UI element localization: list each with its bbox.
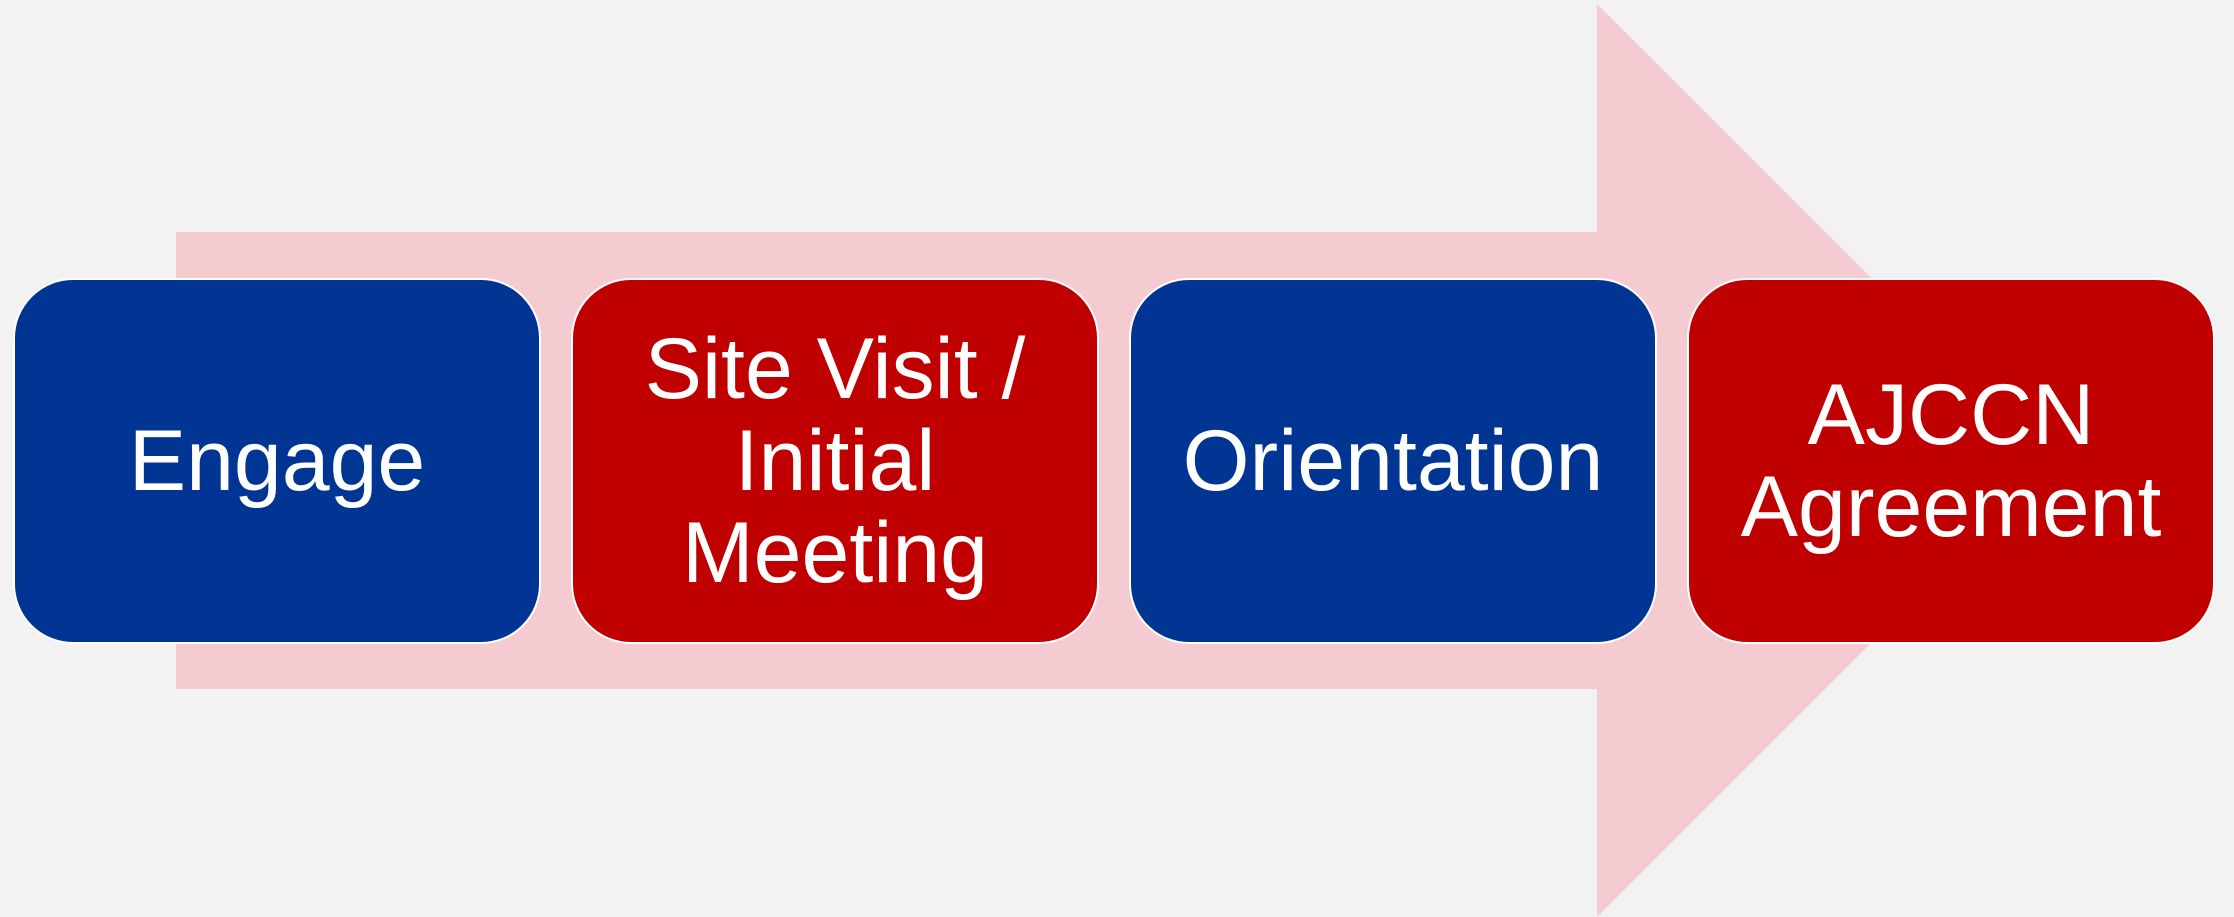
step-orientation: Orientation [1129, 278, 1657, 644]
step-ajccn-agreement: AJCCN Agreement [1687, 278, 2215, 644]
step-site-visit: Site Visit / Initial Meeting [571, 278, 1099, 644]
step-engage-label: Engage [128, 413, 426, 509]
step-site-visit-label: Site Visit / Initial Meeting [644, 321, 1026, 601]
step-orientation-label: Orientation [1182, 413, 1604, 509]
process-diagram: Engage Site Visit / Initial Meeting Orie… [0, 0, 2234, 917]
step-ajccn-agreement-label: AJCCN Agreement [1740, 367, 2162, 555]
step-engage: Engage [13, 278, 541, 644]
